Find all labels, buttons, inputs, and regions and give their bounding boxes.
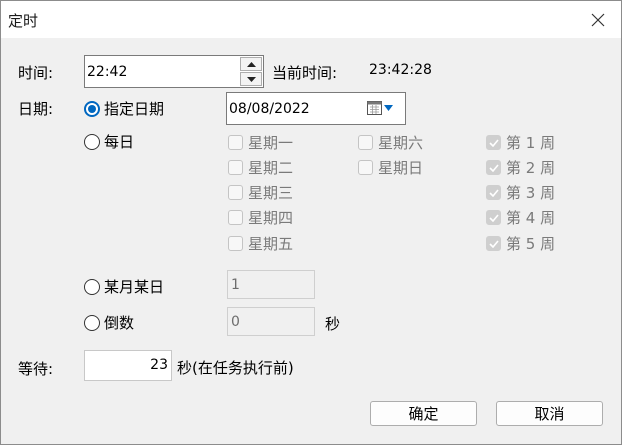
- checkbox-box: [228, 135, 243, 150]
- checkbox-week-4[interactable]: 第 4 周: [486, 207, 555, 228]
- current-time-value: 23:42:28: [369, 62, 432, 78]
- time-value: 22:42: [87, 64, 128, 80]
- checkbox-label: 星期一: [248, 134, 294, 152]
- checkbox-label: 第 4 周: [506, 209, 556, 227]
- checkbox-label: 第 3 周: [506, 184, 556, 202]
- radio-dot: [84, 278, 100, 295]
- specific-date-label: 指定日期: [104, 100, 165, 118]
- checkbox-box: [486, 236, 501, 251]
- checkbox-week-1[interactable]: 第 1 周: [486, 132, 555, 153]
- month-day-label: 某月某日: [104, 278, 165, 296]
- checkbox-thursday[interactable]: 星期四: [228, 207, 293, 228]
- countdown-value: 0: [231, 314, 240, 330]
- checkbox-saturday[interactable]: 星期六: [358, 132, 423, 153]
- checkbox-box: [486, 185, 501, 200]
- spin-down-button[interactable]: [240, 72, 262, 86]
- time-spinner[interactable]: [240, 57, 262, 86]
- checkbox-label: 星期四: [248, 209, 294, 227]
- check-icon: [488, 213, 499, 222]
- time-label: 时间:: [18, 64, 54, 82]
- radio-dot: [84, 314, 100, 331]
- checkbox-label: 星期五: [248, 235, 294, 253]
- checkbox-label: 星期日: [378, 159, 424, 177]
- wait-value: 23: [150, 357, 168, 373]
- close-button[interactable]: [575, 1, 621, 38]
- checkbox-box: [486, 210, 501, 225]
- daily-label: 每日: [104, 133, 135, 151]
- checkbox-label: 第 2 周: [506, 159, 556, 177]
- checkbox-box: [358, 135, 373, 150]
- checkbox-friday[interactable]: 星期五: [228, 233, 293, 254]
- checkbox-monday[interactable]: 星期一: [228, 132, 293, 153]
- checkbox-box: [486, 160, 501, 175]
- arrow-up-icon: [246, 61, 256, 67]
- countdown-label: 倒数: [104, 314, 135, 332]
- wait-unit-text: 秒(在任务执行前): [177, 359, 294, 377]
- check-icon: [488, 188, 499, 197]
- window-title: 定时: [8, 12, 39, 30]
- title-bar: 定时: [1, 1, 621, 38]
- checkbox-box: [228, 160, 243, 175]
- calendar-icon: [367, 101, 382, 115]
- checkbox-box: [358, 160, 373, 175]
- radio-countdown[interactable]: 倒数: [84, 312, 134, 333]
- time-input[interactable]: 22:42: [84, 55, 264, 88]
- date-dropdown-button[interactable]: [367, 101, 393, 115]
- radio-dot: [84, 100, 100, 117]
- checkbox-week-2[interactable]: 第 2 周: [486, 157, 555, 178]
- date-value: 08/08/2022: [229, 101, 310, 117]
- checkbox-tuesday[interactable]: 星期二: [228, 157, 293, 178]
- check-icon: [488, 239, 499, 248]
- countdown-input[interactable]: 0: [227, 307, 315, 336]
- schedule-dialog: 定时 时间: 22:42 当前时间: 23:42:28 日期: 指定日期 08/…: [0, 0, 622, 445]
- checkbox-wednesday[interactable]: 星期三: [228, 182, 293, 203]
- radio-specific-date[interactable]: 指定日期: [84, 98, 164, 119]
- checkbox-box: [486, 135, 501, 150]
- radio-dot: [84, 133, 100, 150]
- checkbox-sunday[interactable]: 星期日: [358, 157, 423, 178]
- checkbox-box: [228, 236, 243, 251]
- countdown-unit: 秒: [325, 315, 341, 333]
- cancel-button[interactable]: 取消: [496, 401, 603, 426]
- date-picker[interactable]: 08/08/2022: [226, 92, 406, 125]
- arrow-down-icon: [246, 76, 256, 82]
- radio-month-day[interactable]: 某月某日: [84, 276, 164, 297]
- wait-input[interactable]: 23: [84, 350, 172, 381]
- radio-daily[interactable]: 每日: [84, 131, 134, 152]
- month-day-input[interactable]: 1: [227, 270, 315, 299]
- date-label: 日期:: [18, 100, 54, 118]
- dropdown-arrow-icon: [384, 105, 393, 111]
- checkbox-label: 第 5 周: [506, 235, 556, 253]
- current-time-label: 当前时间:: [272, 64, 338, 82]
- checkbox-label: 第 1 周: [506, 134, 556, 152]
- checkbox-box: [228, 185, 243, 200]
- checkbox-label: 星期六: [378, 134, 424, 152]
- wait-label: 等待:: [18, 360, 54, 378]
- spin-up-button[interactable]: [240, 57, 262, 71]
- checkbox-box: [228, 210, 243, 225]
- checkbox-label: 星期三: [248, 184, 294, 202]
- check-icon: [488, 138, 499, 147]
- checkbox-label: 星期二: [248, 159, 294, 177]
- close-icon: [591, 13, 605, 26]
- checkbox-week-3[interactable]: 第 3 周: [486, 182, 555, 203]
- ok-button[interactable]: 确定: [370, 401, 477, 426]
- month-day-value: 1: [231, 277, 240, 293]
- checkbox-week-5[interactable]: 第 5 周: [486, 233, 555, 254]
- check-icon: [488, 163, 499, 172]
